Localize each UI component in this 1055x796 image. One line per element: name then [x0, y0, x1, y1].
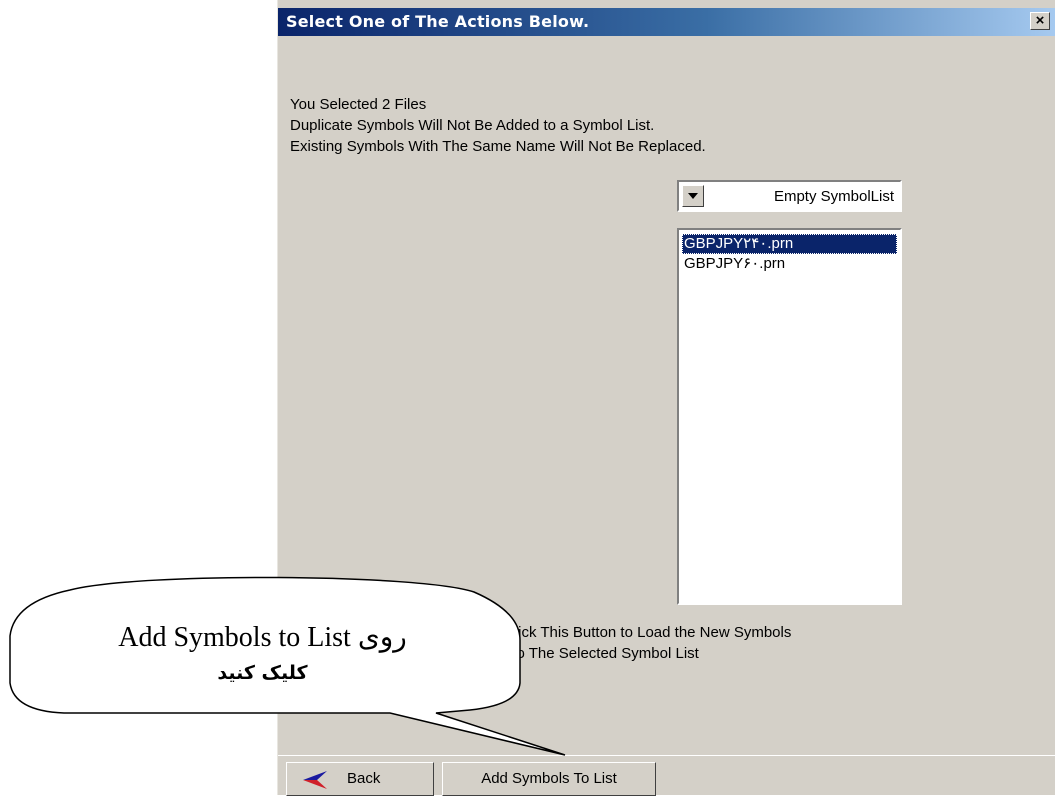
callout-text-line-1: Add Symbols to List روی [0, 620, 525, 654]
callout-persian-ruye: روی [357, 622, 407, 653]
callout-english: Add Symbols to List [118, 622, 351, 653]
callout-text-line-2: کلیک کنید [217, 662, 308, 684]
